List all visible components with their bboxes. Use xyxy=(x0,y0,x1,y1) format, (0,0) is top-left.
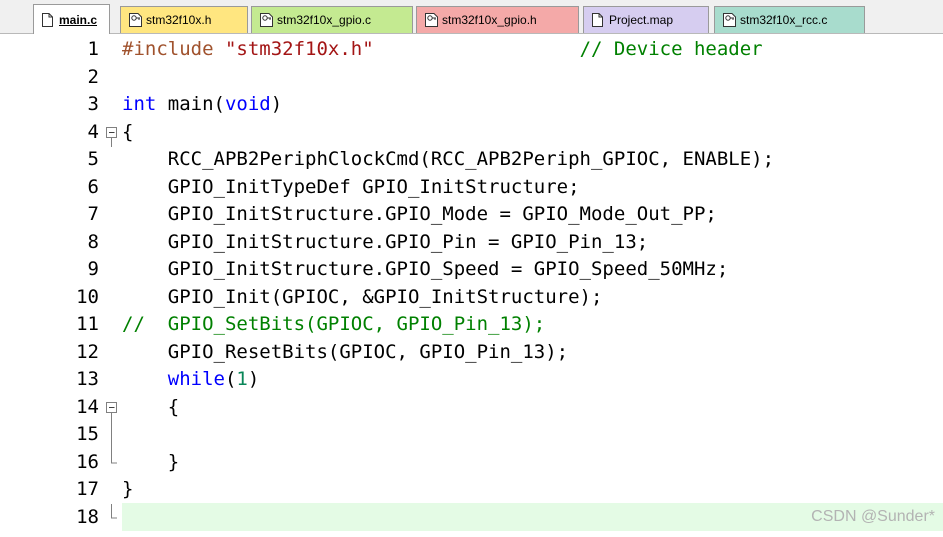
fold-end-marker xyxy=(105,503,119,532)
header-file-icon xyxy=(425,13,438,27)
fold-line xyxy=(105,421,119,449)
source-file-icon xyxy=(723,13,736,27)
tab-stm32f10x-gpio-h[interactable]: stm32f10x_gpio.h xyxy=(416,6,579,33)
source-file-icon xyxy=(260,13,273,27)
tab-label: main.c xyxy=(59,12,98,27)
code-line[interactable]: GPIO_InitStructure.GPIO_Speed = GPIO_Spe… xyxy=(122,256,729,284)
line-number: 15 xyxy=(76,423,99,445)
line-number: 1 xyxy=(87,38,99,60)
code-line[interactable]: { xyxy=(122,394,179,422)
line-number: 18 xyxy=(76,505,99,528)
tab-stm32f10x-rcc-c[interactable]: stm32f10x_rcc.c xyxy=(714,6,865,33)
line-number: 10 xyxy=(76,285,99,308)
code-line[interactable]: int main(void) xyxy=(122,91,282,119)
header-file-icon xyxy=(129,13,142,27)
line-number: 12 xyxy=(76,340,99,363)
tab-stm32f10x-h[interactable]: stm32f10x.h xyxy=(120,6,248,33)
line-number: 4 xyxy=(87,120,99,143)
tab-label: stm32f10x_gpio.h xyxy=(442,13,537,27)
tab-project-map[interactable]: Project.map xyxy=(583,6,709,33)
code-line[interactable]: } xyxy=(122,449,179,477)
fold-collapse-icon[interactable] xyxy=(105,119,119,147)
code-line[interactable]: } xyxy=(122,476,133,504)
tab-main-c[interactable]: main.c xyxy=(33,4,110,34)
file-icon xyxy=(42,12,53,27)
code-line[interactable]: RCC_APB2PeriphClockCmd(RCC_APB2Periph_GP… xyxy=(122,146,774,174)
line-number: 17 xyxy=(76,478,99,500)
line-number: 2 xyxy=(87,65,99,88)
code-line[interactable]: GPIO_InitStructure.GPIO_Mode = GPIO_Mode… xyxy=(122,201,717,229)
line-number: 5 xyxy=(87,148,99,170)
line-number: 6 xyxy=(87,175,99,198)
line-number: 14 xyxy=(76,395,99,418)
code-line[interactable]: { xyxy=(122,119,133,147)
tab-label: stm32f10x_rcc.c xyxy=(740,13,828,27)
code-line[interactable]: #include "stm32f10x.h" // Device header xyxy=(122,36,763,64)
editor-tab-bar: main.c stm32f10x.h stm32f10x_gpio.c stm3… xyxy=(0,0,943,34)
line-number: 7 xyxy=(87,203,99,225)
line-number: 13 xyxy=(76,368,99,390)
watermark: CSDN @Sunder* xyxy=(811,508,935,525)
line-number: 11 xyxy=(76,313,99,335)
code-line[interactable]: GPIO_InitStructure.GPIO_Pin = GPIO_Pin_1… xyxy=(122,229,648,257)
fold-collapse-icon[interactable] xyxy=(105,394,119,422)
tab-label: stm32f10x_gpio.c xyxy=(277,13,372,27)
code-line[interactable]: GPIO_ResetBits(GPIOC, GPIO_Pin_13); xyxy=(122,339,568,367)
line-number: 16 xyxy=(76,450,99,473)
code-line[interactable]: GPIO_Init(GPIOC, &GPIO_InitStructure); xyxy=(122,284,603,312)
code-line[interactable]: // GPIO_SetBits(GPIOC, GPIO_Pin_13); xyxy=(122,311,545,339)
tab-stm32f10x-gpio-c[interactable]: stm32f10x_gpio.c xyxy=(251,6,413,33)
line-number: 8 xyxy=(87,230,99,253)
code-line[interactable]: GPIO_InitTypeDef GPIO_InitStructure; xyxy=(122,174,580,202)
code-line[interactable]: while(1) xyxy=(122,366,260,394)
line-number: 3 xyxy=(87,93,99,115)
line-number: 9 xyxy=(87,258,99,280)
file-icon xyxy=(592,13,603,27)
tab-label: stm32f10x.h xyxy=(146,13,212,27)
fold-end-marker xyxy=(105,448,119,477)
tab-label: Project.map xyxy=(609,13,674,27)
